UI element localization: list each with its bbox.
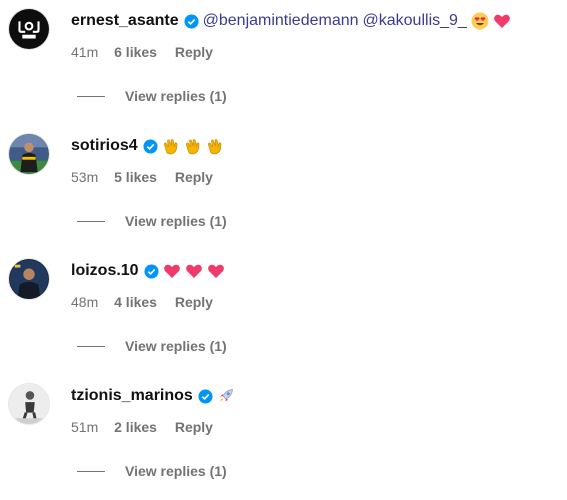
verified-badge-icon: [143, 138, 158, 154]
clapping-hands-emoji-icon: [184, 137, 202, 155]
replies-divider: [77, 345, 105, 347]
view-replies-button[interactable]: View replies (1): [77, 88, 227, 104]
avatar[interactable]: [8, 258, 50, 300]
comment-timestamp[interactable]: 53m: [71, 169, 98, 185]
comment-item: tzionis_marinos 51m 2 likes Reply View r…: [0, 375, 567, 500]
view-replies-button[interactable]: View replies (1): [77, 463, 227, 479]
view-replies-button[interactable]: View replies (1): [77, 338, 227, 354]
pink-heart-emoji-icon: [493, 12, 511, 30]
replies-divider: [77, 470, 105, 472]
username[interactable]: tzionis_marinos: [71, 387, 193, 405]
avatar[interactable]: [8, 383, 50, 425]
clapping-hands-emoji-icon: [162, 137, 180, 155]
likes-count[interactable]: 2 likes: [114, 419, 157, 435]
comment-timestamp[interactable]: 48m: [71, 294, 98, 310]
profile-photo-image: [9, 259, 49, 299]
reply-button[interactable]: Reply: [175, 169, 213, 185]
pink-heart-emoji-icon: [163, 262, 181, 280]
avatar[interactable]: [8, 133, 50, 175]
avatar[interactable]: [8, 8, 50, 50]
verified-badge-icon: [198, 388, 213, 404]
view-replies-label: View replies (1): [125, 338, 227, 354]
likes-count[interactable]: 5 likes: [114, 169, 157, 185]
view-replies-label: View replies (1): [125, 88, 227, 104]
comment-item: ernest_asante @benjamintiedemann @kakoul…: [0, 0, 567, 125]
verified-badge-icon: [184, 13, 199, 29]
comment-item: loizos.10 48m 4 likes Reply View replies…: [0, 250, 567, 375]
comment-timestamp[interactable]: 41m: [71, 44, 98, 60]
username[interactable]: loizos.10: [71, 262, 139, 280]
comment-timestamp[interactable]: 51m: [71, 419, 98, 435]
mention-link[interactable]: @kakoullis_9_: [363, 12, 467, 30]
mention-link[interactable]: @benjamintiedemann: [203, 12, 359, 30]
username[interactable]: ernest_asante: [71, 12, 179, 30]
verified-badge-icon: [144, 263, 159, 279]
heart-eyes-emoji-icon: [471, 12, 489, 30]
reply-button[interactable]: Reply: [175, 419, 213, 435]
view-replies-label: View replies (1): [125, 213, 227, 229]
replies-divider: [77, 95, 105, 97]
pink-heart-emoji-icon: [185, 262, 203, 280]
clapping-hands-emoji-icon: [206, 137, 224, 155]
view-replies-button[interactable]: View replies (1): [77, 213, 227, 229]
reply-button[interactable]: Reply: [175, 44, 213, 60]
comment-item: sotirios4 53m 5 likes Reply View replies…: [0, 125, 567, 250]
reply-button[interactable]: Reply: [175, 294, 213, 310]
logo-avatar-image: [9, 9, 49, 49]
profile-photo-image: [9, 384, 49, 424]
profile-photo-image: [9, 134, 49, 174]
rocket-emoji-icon: [217, 387, 235, 405]
view-replies-label: View replies (1): [125, 463, 227, 479]
pink-heart-emoji-icon: [207, 262, 225, 280]
likes-count[interactable]: 6 likes: [114, 44, 157, 60]
username[interactable]: sotirios4: [71, 137, 138, 155]
replies-divider: [77, 220, 105, 222]
likes-count[interactable]: 4 likes: [114, 294, 157, 310]
